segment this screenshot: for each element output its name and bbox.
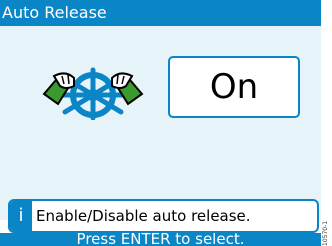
left-hand-icon — [42, 72, 75, 106]
auto-release-value-box[interactable]: On — [168, 56, 300, 118]
right-hand-icon — [111, 72, 144, 106]
auto-release-value: On — [209, 67, 259, 107]
title-bar: Auto Release — [0, 0, 321, 26]
figure-reference-code: 10570-1 — [322, 220, 329, 246]
footer-hint: Press ENTER to select. — [0, 233, 321, 246]
info-icon: i — [10, 201, 32, 231]
info-text: Enable/Disable auto release. — [36, 207, 251, 225]
ship-wheel-icon — [42, 67, 144, 120]
info-box: i Enable/Disable auto release. — [8, 199, 319, 233]
footer-text: Press ENTER to select. — [76, 233, 245, 246]
screen-title: Auto Release — [2, 3, 107, 22]
